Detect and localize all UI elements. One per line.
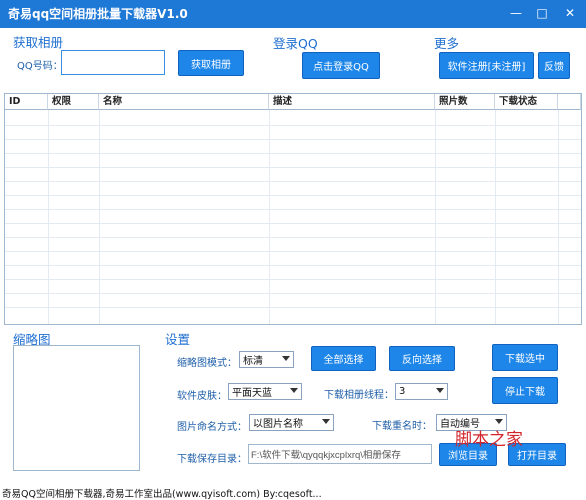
qq-label: QQ号码： bbox=[17, 61, 63, 72]
rename-label: 下载重名时： bbox=[372, 421, 432, 432]
row-line bbox=[5, 125, 581, 126]
row-line bbox=[5, 167, 581, 168]
row-line bbox=[5, 293, 581, 294]
skin-value: 平面天蓝 bbox=[232, 388, 272, 399]
row-line bbox=[5, 139, 581, 140]
minimize-button[interactable]: — bbox=[506, 4, 526, 22]
column-header-id[interactable]: ID bbox=[5, 94, 48, 110]
chevron-down-icon bbox=[495, 419, 503, 424]
thumb-mode-value: 标清 bbox=[243, 356, 263, 367]
naming-label: 图片命名方式： bbox=[177, 422, 247, 433]
close-button[interactable]: ✕ bbox=[560, 4, 580, 22]
threads-value: 3 bbox=[399, 386, 406, 397]
column-header-permission[interactable]: 权限 bbox=[48, 94, 99, 110]
download-selected-button[interactable]: 下载选中 bbox=[492, 344, 558, 371]
settings-section-title: 设置 bbox=[165, 332, 191, 347]
naming-select[interactable]: 以图片名称 bbox=[249, 414, 334, 431]
fetch-section-title: 获取相册 bbox=[13, 35, 64, 50]
row-line bbox=[5, 307, 581, 308]
skin-select[interactable]: 平面天蓝 bbox=[228, 383, 302, 400]
naming-value: 以图片名称 bbox=[253, 419, 303, 430]
thumb-mode-select[interactable]: 标清 bbox=[239, 351, 294, 368]
fetch-album-button[interactable]: 获取相册 bbox=[178, 50, 244, 76]
row-line bbox=[5, 209, 581, 210]
chevron-down-icon bbox=[322, 419, 330, 424]
column-divider bbox=[435, 110, 436, 324]
row-line bbox=[5, 279, 581, 280]
column-header-photo-count[interactable]: 照片数 bbox=[435, 94, 495, 110]
chevron-down-icon bbox=[436, 388, 444, 393]
row-line bbox=[5, 153, 581, 154]
more-section-title: 更多 bbox=[434, 36, 460, 51]
chevron-down-icon bbox=[290, 388, 298, 393]
stop-download-button[interactable]: 停止下载 bbox=[492, 377, 558, 404]
qq-number-input[interactable] bbox=[61, 50, 165, 75]
invert-selection-button[interactable]: 反向选择 bbox=[389, 346, 455, 371]
feedback-button[interactable]: 反馈 bbox=[538, 52, 570, 79]
row-line bbox=[5, 251, 581, 252]
column-divider bbox=[495, 110, 496, 324]
status-bar: 奇易QQ空间相册下载器,奇易工作室出品(www.qyisoft.com) By:… bbox=[0, 486, 586, 500]
save-dir-input[interactable] bbox=[248, 444, 432, 464]
thumbnail-preview bbox=[13, 345, 140, 471]
column-divider bbox=[269, 110, 270, 324]
save-dir-label: 下载保存目录： bbox=[177, 454, 247, 465]
column-header-description[interactable]: 描述 bbox=[269, 94, 435, 110]
column-divider bbox=[558, 110, 559, 324]
column-divider bbox=[48, 110, 49, 324]
threads-label: 下载相册线程： bbox=[324, 390, 394, 401]
row-line bbox=[5, 265, 581, 266]
row-line bbox=[5, 237, 581, 238]
column-header-filler bbox=[558, 94, 581, 110]
column-header-download-status[interactable]: 下载状态 bbox=[495, 94, 558, 110]
skin-label: 软件皮肤： bbox=[177, 391, 227, 402]
album-table[interactable]: ID 权限 名称 描述 照片数 下载状态 bbox=[4, 93, 582, 325]
login-section-title: 登录QQ bbox=[273, 36, 318, 51]
chevron-down-icon bbox=[282, 356, 290, 361]
login-qq-button[interactable]: 点击登录QQ bbox=[302, 52, 380, 79]
row-line bbox=[5, 195, 581, 196]
column-divider bbox=[99, 110, 100, 324]
select-all-button[interactable]: 全部选择 bbox=[311, 346, 376, 371]
register-button[interactable]: 软件注册[未注册] bbox=[439, 52, 534, 79]
thumb-mode-label: 缩略图模式： bbox=[177, 358, 237, 369]
watermark-text: 脚本之家 bbox=[455, 430, 523, 450]
threads-select[interactable]: 3 bbox=[395, 383, 448, 400]
row-line bbox=[5, 181, 581, 182]
column-header-name[interactable]: 名称 bbox=[99, 94, 269, 110]
window-title: 奇易qq空间相册批量下载器V1.0 bbox=[8, 7, 188, 21]
maximize-button[interactable]: □ bbox=[532, 4, 552, 22]
row-line bbox=[5, 223, 581, 224]
